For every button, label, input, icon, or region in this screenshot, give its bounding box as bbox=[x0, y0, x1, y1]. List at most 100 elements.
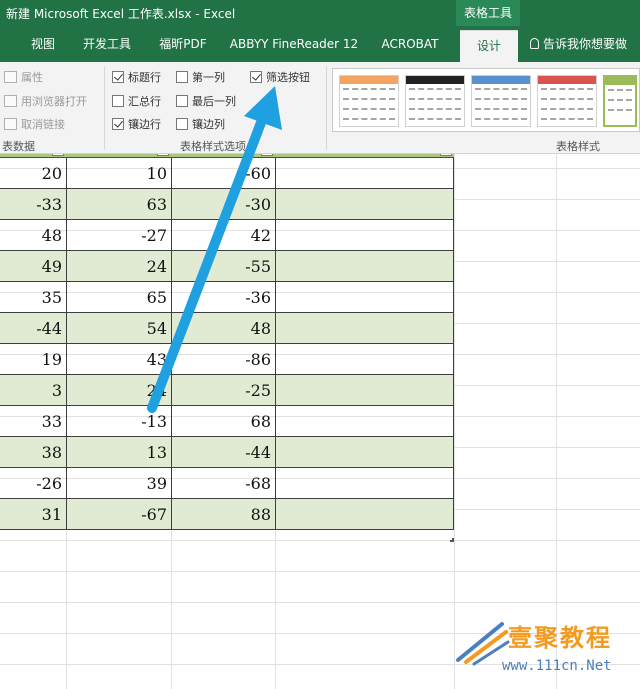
tab-foxit-pdf[interactable]: 福昕PDF bbox=[152, 26, 214, 62]
table-row: 19 43 -86 bbox=[0, 344, 454, 375]
table-cell[interactable]: 63 bbox=[67, 189, 172, 220]
filter-dropdown-icon[interactable]: ▼ bbox=[52, 154, 64, 156]
table-cell[interactable]: 13 bbox=[67, 437, 172, 468]
table-resize-handle[interactable] bbox=[450, 538, 454, 542]
table-row: 33 -13 68 bbox=[0, 406, 454, 437]
table-cell[interactable]: -13 bbox=[67, 406, 172, 437]
table-cell[interactable]: 35 bbox=[0, 282, 67, 313]
table-cell[interactable]: 42 bbox=[172, 220, 276, 251]
option-last-column[interactable]: 最后一列 bbox=[176, 93, 236, 109]
filter-dropdown-icon[interactable]: ▼ bbox=[261, 154, 273, 156]
table-cell[interactable]: 88 bbox=[172, 499, 276, 530]
style-options-group-label: 表格样式选项 bbox=[180, 140, 246, 153]
table-cell[interactable]: -26 bbox=[0, 468, 67, 499]
table-cell[interactable]: 68 bbox=[172, 406, 276, 437]
option-label: 标题行 bbox=[128, 71, 161, 84]
table-cell[interactable]: 20 bbox=[0, 158, 67, 189]
table-cell[interactable]: 48 bbox=[172, 313, 276, 344]
table-cell[interactable]: 39 bbox=[67, 468, 172, 499]
table-cell[interactable]: -86 bbox=[172, 344, 276, 375]
table-cell[interactable]: 19 bbox=[0, 344, 67, 375]
table-cell[interactable] bbox=[276, 251, 454, 282]
table-cell[interactable]: -33 bbox=[0, 189, 67, 220]
swatch-row bbox=[409, 108, 461, 114]
table-cell[interactable]: 54 bbox=[67, 313, 172, 344]
table-cell[interactable] bbox=[276, 282, 454, 313]
tab-developer[interactable]: 开发工具 bbox=[78, 26, 136, 62]
checkbox-checked-icon bbox=[250, 71, 262, 83]
table-cell[interactable]: 49 bbox=[0, 251, 67, 282]
tab-design[interactable]: 设计 bbox=[460, 30, 518, 62]
table-cell[interactable] bbox=[276, 406, 454, 437]
table-cell[interactable]: -30 bbox=[172, 189, 276, 220]
unlink-button[interactable]: 取消链接 bbox=[4, 116, 65, 132]
style-swatch-black[interactable] bbox=[405, 75, 465, 127]
table-cell[interactable]: 43 bbox=[67, 344, 172, 375]
tell-me-search[interactable]: 告诉我你想要做 bbox=[530, 26, 640, 62]
table-cell[interactable]: -44 bbox=[0, 313, 67, 344]
swatch-row bbox=[475, 88, 527, 94]
gridline-horizontal bbox=[0, 571, 640, 572]
table-cell[interactable] bbox=[276, 220, 454, 251]
style-swatch-red[interactable] bbox=[537, 75, 597, 127]
option-total-row[interactable]: 汇总行 bbox=[112, 93, 161, 109]
table-cell[interactable] bbox=[276, 499, 454, 530]
properties-button[interactable]: 属性 bbox=[4, 69, 43, 85]
checkbox-checked-icon bbox=[112, 118, 124, 130]
table-cell[interactable]: -55 bbox=[172, 251, 276, 282]
option-header-row[interactable]: 标题行 bbox=[112, 69, 161, 85]
table-row: -33 63 -30 bbox=[0, 189, 454, 220]
table-cell[interactable]: 3 bbox=[0, 375, 67, 406]
checkbox-unchecked-icon bbox=[176, 71, 188, 83]
swatch-row bbox=[475, 108, 527, 114]
swatch-row bbox=[475, 98, 527, 104]
open-in-browser-button[interactable]: 用浏览器打开 bbox=[4, 93, 87, 109]
option-filter-button[interactable]: 筛选按钮 bbox=[250, 69, 310, 85]
style-swatch-green-selected[interactable] bbox=[603, 75, 637, 127]
filter-dropdown-icon[interactable]: ▼ bbox=[157, 154, 169, 156]
checkbox-unchecked-icon bbox=[176, 95, 188, 107]
table-cell[interactable] bbox=[276, 468, 454, 499]
option-banded-rows[interactable]: 镶边行 bbox=[112, 116, 161, 132]
tab-acrobat[interactable]: ACROBAT bbox=[372, 26, 448, 62]
gridline-horizontal bbox=[0, 540, 640, 541]
table-row: 35 65 -36 bbox=[0, 282, 454, 313]
checkbox-unchecked-icon bbox=[112, 95, 124, 107]
table-cell[interactable]: 33 bbox=[0, 406, 67, 437]
table-cell[interactable]: 38 bbox=[0, 437, 67, 468]
table-cell[interactable]: -36 bbox=[172, 282, 276, 313]
table-cell[interactable] bbox=[276, 375, 454, 406]
swatch-header bbox=[406, 76, 464, 84]
table-cell[interactable]: -67 bbox=[67, 499, 172, 530]
table-cell[interactable] bbox=[276, 189, 454, 220]
tab-view[interactable]: 视图 bbox=[26, 26, 60, 62]
table-cell[interactable] bbox=[276, 313, 454, 344]
table-cell[interactable]: 24 bbox=[67, 251, 172, 282]
option-first-column[interactable]: 第一列 bbox=[176, 69, 225, 85]
table-cell[interactable]: 24 bbox=[67, 375, 172, 406]
table-cell[interactable] bbox=[276, 344, 454, 375]
table-styles-gallery[interactable] bbox=[332, 68, 640, 132]
option-label: 镶边行 bbox=[128, 118, 161, 131]
table-row: 31 -67 88 bbox=[0, 499, 454, 530]
table-cell[interactable]: 31 bbox=[0, 499, 67, 530]
table-cell[interactable]: -60 bbox=[172, 158, 276, 189]
swatch-header bbox=[605, 77, 635, 85]
tab-abbyy[interactable]: ABBYY FineReader 12 bbox=[228, 26, 360, 62]
swatch-row bbox=[343, 98, 395, 104]
table-cell[interactable]: 48 bbox=[0, 220, 67, 251]
table-cell[interactable]: 65 bbox=[67, 282, 172, 313]
table-cell[interactable] bbox=[276, 158, 454, 189]
option-banded-columns[interactable]: 镶边列 bbox=[176, 116, 225, 132]
properties-label: 属性 bbox=[21, 71, 43, 84]
table-cell[interactable]: -44 bbox=[172, 437, 276, 468]
table-cell[interactable] bbox=[276, 437, 454, 468]
table-cell[interactable]: -25 bbox=[172, 375, 276, 406]
style-swatch-blue[interactable] bbox=[471, 75, 531, 127]
filter-dropdown-icon[interactable]: ▼ bbox=[440, 154, 452, 156]
style-swatch-orange[interactable] bbox=[339, 75, 399, 127]
table-cell[interactable]: -27 bbox=[67, 220, 172, 251]
table-cell[interactable]: 10 bbox=[67, 158, 172, 189]
swatch-header bbox=[538, 76, 596, 84]
table-cell[interactable]: -68 bbox=[172, 468, 276, 499]
